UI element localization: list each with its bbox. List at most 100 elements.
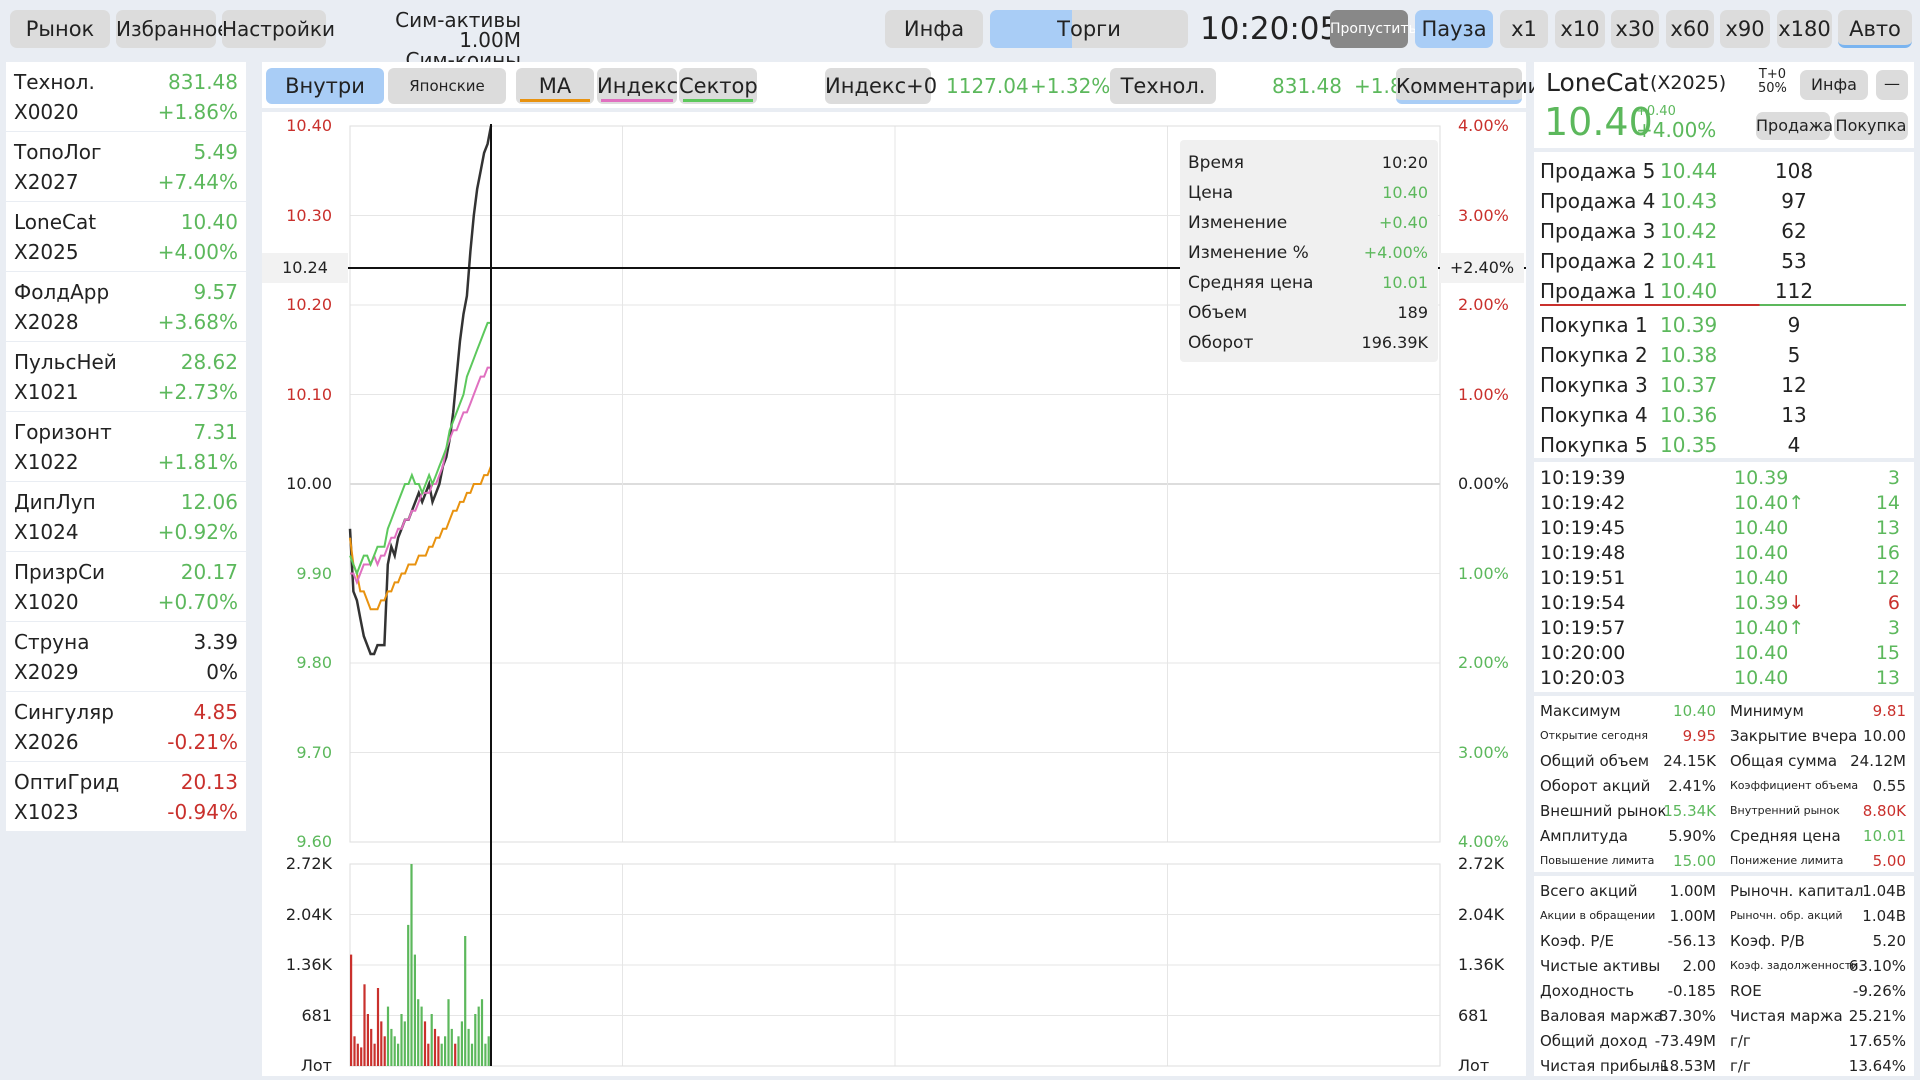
tab-candles[interactable]: Японские свечи bbox=[388, 68, 506, 131]
stock-change: +2.73% bbox=[157, 380, 238, 404]
tab-sector[interactable]: Сектор bbox=[679, 68, 758, 104]
trade-price: 10.40↑ bbox=[1734, 617, 1805, 639]
watchlist-item[interactable]: Сингуляр X2026 4.85 -0.21% bbox=[6, 692, 246, 762]
ask-row[interactable]: Продажа 2 10.41 53 bbox=[1534, 246, 1854, 276]
pause-button[interactable]: Пауза bbox=[1415, 10, 1493, 48]
tooltip-key: Время bbox=[1188, 153, 1244, 173]
nav-favorites-button[interactable]: Избранное bbox=[116, 10, 230, 48]
ask-row[interactable]: Продажа 5 10.44 108 bbox=[1534, 156, 1854, 186]
ask-price: 10.43 bbox=[1660, 189, 1718, 213]
stat-item: Оборот акций 2.41% bbox=[1534, 773, 1724, 798]
bid-row[interactable]: Покупка 5 10.35 4 bbox=[1534, 430, 1854, 460]
speed-x30-button[interactable]: x30 bbox=[1611, 10, 1659, 48]
stat-value: -56.13 bbox=[1667, 932, 1716, 950]
stat-item: Всего акций 1.00M bbox=[1534, 878, 1724, 903]
stat-item: Общая сумма 24.12M bbox=[1724, 748, 1914, 773]
stat-value: 10.01 bbox=[1863, 827, 1906, 845]
volume-tick-label-left: 2.04K bbox=[285, 904, 332, 924]
watchlist-item[interactable]: Технол. X0020 831.48 +1.86% bbox=[6, 62, 246, 132]
bid-row[interactable]: Покупка 1 10.39 9 bbox=[1534, 310, 1854, 340]
stat-value: 13.64% bbox=[1848, 1057, 1906, 1075]
volume-bar bbox=[474, 1014, 477, 1066]
price-tick-label: 9.90 bbox=[296, 563, 332, 583]
speed-x60-button[interactable]: x60 bbox=[1666, 10, 1714, 48]
trade-progress[interactable]: Торги bbox=[990, 10, 1188, 48]
volume-bar bbox=[373, 1043, 376, 1066]
top-bar: Рынок Избранное Настройки Сим-активы 1.0… bbox=[0, 0, 1920, 90]
buy-button[interactable]: Покупка bbox=[1834, 112, 1908, 140]
stat-label: Общий доход bbox=[1540, 1032, 1648, 1050]
ask-row[interactable]: Продажа 4 10.43 97 bbox=[1534, 186, 1854, 216]
price-tooltip: Время 10:20 Цена 10.40 Изменение +0.40 Изменен… bbox=[1180, 140, 1438, 362]
percent-tick-label: 3.00% bbox=[1458, 742, 1509, 762]
watchlist-item[interactable]: Струна X2029 3.39 0% bbox=[6, 622, 246, 692]
crosshair-price-label: 10.24 bbox=[262, 253, 348, 283]
speed-x10-button[interactable]: x10 bbox=[1555, 10, 1605, 48]
watchlist-item[interactable]: LoneCat X2025 10.40 +4.00% bbox=[6, 202, 246, 272]
stock-name: Технол. bbox=[14, 70, 95, 94]
trade-volume: 14 bbox=[1875, 492, 1900, 514]
stat-item: Чистые активы 2.00 bbox=[1534, 953, 1724, 978]
info-button[interactable]: Инфа bbox=[885, 10, 983, 48]
watchlist-item[interactable]: ОптиГрид X1023 20.13 -0.94% bbox=[6, 762, 246, 832]
tab-index[interactable]: Индекс bbox=[597, 68, 678, 104]
trade-row: 10:19:54 10.39↓ 6 bbox=[1534, 591, 1914, 616]
watchlist-item[interactable]: Горизонт X1022 7.31 +1.81% bbox=[6, 412, 246, 482]
watchlist-item[interactable]: ПульсНей X1021 28.62 +2.73% bbox=[6, 342, 246, 412]
volume-bar bbox=[400, 1014, 403, 1066]
stat-value: 15.00 bbox=[1673, 852, 1716, 870]
stat-item: Внешний рынок 15.34K bbox=[1534, 798, 1724, 823]
watchlist-item[interactable]: ТопоЛог X2027 5.49 +7.44% bbox=[6, 132, 246, 202]
bid-row[interactable]: Покупка 4 10.36 13 bbox=[1534, 400, 1854, 430]
ask-volume: 97 bbox=[1781, 189, 1807, 213]
tooltip-row: Изменение +0.40 bbox=[1188, 208, 1428, 238]
volume-tick-label-right: 2.72K bbox=[1458, 854, 1505, 873]
speed-x1-button[interactable]: x1 bbox=[1500, 10, 1548, 48]
trade-time: 10:20:03 bbox=[1540, 667, 1626, 689]
stat-label: Коэф. задолженности bbox=[1730, 959, 1859, 972]
watchlist-item[interactable]: ФолдАрр X2028 9.57 +3.68% bbox=[6, 272, 246, 342]
volume-bar bbox=[413, 954, 416, 1066]
bid-row[interactable]: Покупка 2 10.38 5 bbox=[1534, 340, 1854, 370]
trade-price: 10.40 bbox=[1734, 542, 1789, 564]
ask-row[interactable]: Продажа 1 10.40 112 bbox=[1534, 276, 1854, 306]
bid-row[interactable]: Покупка 3 10.37 12 bbox=[1534, 370, 1854, 400]
ask-price: 10.40 bbox=[1660, 279, 1718, 303]
comments-button[interactable]: Комментарии bbox=[1396, 68, 1541, 104]
quote-info-button[interactable]: Инфа bbox=[1800, 70, 1868, 100]
index-value: 1127.04 bbox=[946, 74, 1029, 98]
sell-button[interactable]: Продажа bbox=[1756, 112, 1833, 140]
stock-name: ФолдАрр bbox=[14, 280, 110, 304]
trade-time: 10:19:48 bbox=[1540, 542, 1626, 564]
speed-x180-button[interactable]: x180 bbox=[1777, 10, 1832, 48]
bid-price: 10.35 bbox=[1660, 433, 1718, 457]
ask-volume: 53 bbox=[1781, 249, 1807, 273]
ask-row[interactable]: Продажа 3 10.42 62 bbox=[1534, 216, 1854, 246]
stat-label: Общая сумма bbox=[1730, 752, 1838, 770]
stock-name: ДипЛуп bbox=[14, 490, 96, 514]
stat-value: 24.15K bbox=[1663, 752, 1716, 770]
sector-button[interactable]: Технол. bbox=[1110, 68, 1216, 104]
volume-bar bbox=[487, 1036, 490, 1066]
stat-item: Максимум 10.40 bbox=[1534, 698, 1724, 723]
collapse-button[interactable]: — bbox=[1876, 70, 1908, 100]
stat-value: 1.04B bbox=[1862, 882, 1906, 900]
index-plus-button[interactable]: Индекс+0 bbox=[825, 68, 937, 104]
tab-intraday[interactable]: Внутри дня bbox=[266, 68, 384, 134]
volume-bar bbox=[417, 999, 420, 1066]
tab-ma[interactable]: MA bbox=[516, 68, 594, 104]
percent-tick-label: 4.00% bbox=[1458, 832, 1509, 851]
volume-tick-label-left: 1.36K bbox=[285, 955, 332, 974]
nav-settings-button[interactable]: Настройки bbox=[222, 10, 335, 48]
skip-button[interactable]: Пропустить bbox=[1330, 10, 1417, 48]
auto-button[interactable]: Авто bbox=[1838, 10, 1912, 48]
speed-x90-button[interactable]: x90 bbox=[1720, 10, 1770, 48]
trade-row: 10:20:03 10.40 13 bbox=[1534, 666, 1914, 691]
watchlist-item[interactable]: ПризрСи X1020 20.17 +0.70% bbox=[6, 552, 246, 622]
watchlist-item[interactable]: ДипЛуп X1024 12.06 +0.92% bbox=[6, 482, 246, 552]
volume-tick-label-right: 1.36K bbox=[1458, 955, 1505, 974]
stock-price: 20.17 bbox=[180, 560, 238, 584]
nav-market-button[interactable]: Рынок bbox=[10, 10, 110, 48]
stock-name: ПульсНей bbox=[14, 350, 117, 374]
volume-bar bbox=[360, 1047, 363, 1066]
